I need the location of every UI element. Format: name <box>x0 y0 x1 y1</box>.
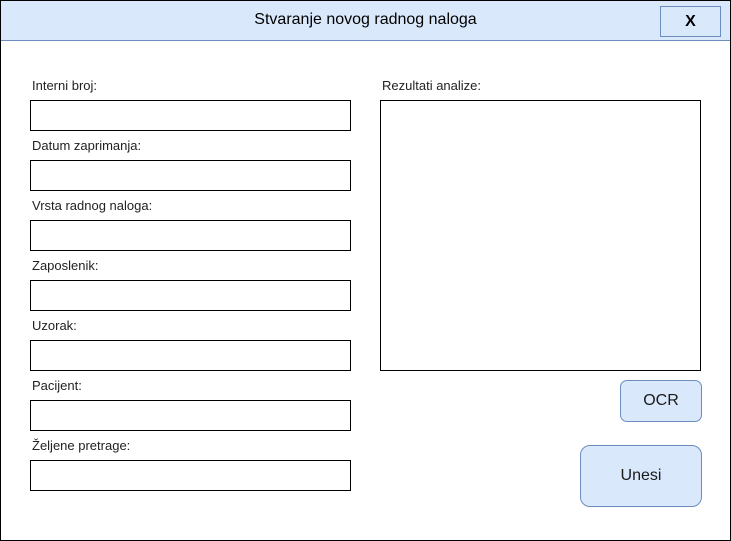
dialog-window: Stvaranje novog radnog naloga X Interni … <box>0 0 731 541</box>
patient-label: Pacijent: <box>32 378 82 393</box>
internal-number-label: Interni broj: <box>32 78 98 93</box>
employee-label: Zaposlenik: <box>32 258 99 273</box>
sample-input[interactable] <box>30 340 351 371</box>
requested-tests-input[interactable] <box>30 460 351 491</box>
internal-number-input[interactable] <box>30 100 351 131</box>
sample-label: Uzorak: <box>32 318 77 333</box>
close-button[interactable]: X <box>660 6 721 37</box>
order-type-input[interactable] <box>30 220 351 251</box>
window-title: Stvaranje novog radnog naloga <box>254 11 477 28</box>
receipt-date-label: Datum zaprimanja: <box>32 138 142 153</box>
analysis-results-label: Rezultati analize: <box>382 78 481 93</box>
receipt-date-input[interactable] <box>30 160 351 191</box>
patient-input[interactable] <box>30 400 351 431</box>
submit-button[interactable]: Unesi <box>580 445 702 507</box>
ocr-button[interactable]: OCR <box>620 380 702 422</box>
requested-tests-label: Željene pretrage: <box>32 438 131 453</box>
employee-input[interactable] <box>30 280 351 311</box>
order-type-label: Vrsta radnog naloga: <box>32 198 153 213</box>
title-bar: Stvaranje novog radnog naloga X <box>1 1 730 41</box>
analysis-results-textarea[interactable] <box>380 100 701 371</box>
